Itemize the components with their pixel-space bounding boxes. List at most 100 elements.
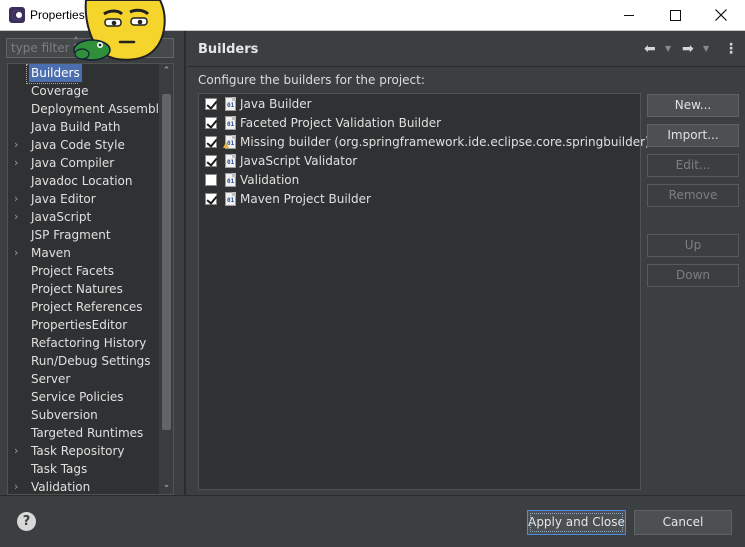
maximize-button[interactable] [652,0,698,30]
close-icon [715,9,727,21]
builder-checkbox[interactable] [205,155,217,167]
apply-and-close-button[interactable]: Apply and Close [527,510,626,535]
avatar-sticker [73,0,166,61]
tree-item-label: Subversion [31,408,98,422]
property-page-tree[interactable]: Builders Coverage Deployment Assembly Java … [7,63,174,495]
tree-item[interactable]: Targeted Runtimes [8,424,160,442]
tree-item[interactable]: Run/Debug Settings [8,352,160,370]
close-button[interactable] [698,0,744,30]
tree-item-label: Java Compiler [31,156,115,170]
page-title: Builders [198,42,259,57]
down-button[interactable]: Down [647,264,739,287]
builder-row[interactable]: Validation [199,171,639,190]
builder-row[interactable]: Faceted Project Validation Builder [199,114,639,133]
builder-label: JavaScript Validator [240,154,358,168]
expand-chevron-icon[interactable]: › [14,154,24,172]
tree-item[interactable]: JSP Fragment [8,226,160,244]
builder-icon [225,116,236,130]
import-button-label: Import... [667,128,719,142]
builder-icon [225,154,236,168]
tree-item-label: Server [31,372,71,386]
tree-item[interactable]: Builders [8,64,160,84]
view-menu-icon[interactable]: ⋮ [724,41,738,57]
scroll-thumb[interactable] [162,94,171,430]
expand-chevron-icon[interactable]: › [14,244,24,262]
builder-checkbox[interactable] [205,193,217,205]
tree-item[interactable]: Project Facets [8,262,160,280]
tree-item[interactable]: Project Natures [8,280,160,298]
back-dropdown-icon[interactable]: ▼ [665,41,671,57]
edit-button[interactable]: Edit... [647,154,739,177]
back-arrow-icon[interactable]: ⬅ [644,41,656,57]
help-icon[interactable]: ? [17,512,36,531]
builder-row[interactable]: Maven Project Builder [199,190,639,209]
warning-icon [223,142,229,148]
tree-item[interactable]: › Validation [8,478,160,494]
tree-item-label: Java Build Path [31,120,121,134]
builder-checkbox[interactable] [205,136,217,148]
tree-item[interactable]: › JavaScript [8,208,160,226]
builder-checkbox[interactable] [205,117,217,129]
tree-scrollbar[interactable]: ⌃ ⌄ [159,64,173,494]
tree-item-label: Validation [31,480,91,494]
scroll-up-arrow-icon[interactable]: ⌃ [159,66,173,78]
tree-item[interactable]: Java Build Path [8,118,160,136]
up-button[interactable]: Up [647,234,739,257]
expand-chevron-icon[interactable]: › [14,208,24,226]
expand-chevron-icon[interactable]: › [14,136,24,154]
forward-dropdown-icon[interactable]: ▼ [703,41,709,57]
builders-list[interactable]: Java Builder Faceted Project Validation B… [198,93,650,490]
tree-item[interactable]: Subversion [8,406,160,424]
tree-item-label: Task Tags [31,462,88,476]
tree-item[interactable]: Service Policies [8,388,160,406]
builder-row[interactable]: JavaScript Validator [199,152,639,171]
builder-row[interactable]: Missing builder (org.springframework.ide… [199,133,650,152]
builder-icon [225,97,236,111]
missing-builder-icon [223,135,236,149]
down-button-label: Down [675,268,710,282]
panel-sash[interactable] [184,31,186,495]
tree-item-label: Run/Debug Settings [31,354,151,368]
tree-item[interactable]: › Task Repository [8,442,160,460]
tree-item[interactable]: Project References [8,298,160,316]
new-button[interactable]: New... [647,94,739,117]
tree-item[interactable]: › Java Code Style [8,136,160,154]
tree-item[interactable]: PropertiesEditor [8,316,160,334]
expand-chevron-icon[interactable]: › [14,190,24,208]
tree-item-label: Project Natures [31,282,123,296]
builder-label: Faceted Project Validation Builder [240,116,442,130]
tree-item[interactable]: Refactoring History [8,334,160,352]
up-button-label: Up [684,238,702,252]
tree-item[interactable]: › Java Editor [8,190,160,208]
tree-item[interactable]: Task Tags [8,460,160,478]
tree-item[interactable]: Javadoc Location [8,172,160,190]
expand-chevron-icon[interactable]: › [14,478,24,494]
new-button-label: New... [674,98,712,112]
scroll-down-arrow-icon[interactable]: ⌄ [159,480,173,492]
footer-separator [0,495,745,496]
tree-item[interactable]: › Java Compiler [8,154,160,172]
cancel-button[interactable]: Cancel [634,510,732,535]
tree-item-label: Java Editor [31,192,96,206]
eclipse-icon [9,7,25,23]
tree-item-label: Java Code Style [31,138,125,152]
remove-button[interactable]: Remove [647,184,739,207]
tree-item-label: Coverage [31,84,89,98]
forward-arrow-icon[interactable]: ➡ [682,41,694,57]
builder-checkbox[interactable] [205,174,217,186]
import-button[interactable]: Import... [647,124,739,147]
tree-item[interactable]: Coverage [8,82,160,100]
tree-item-label: Javadoc Location [31,174,133,188]
expand-chevron-icon[interactable]: › [14,442,24,460]
tree-item[interactable]: › Maven [8,244,160,262]
tree-item-label: Builders [29,64,82,82]
tree-item-label: PropertiesEditor [31,318,128,332]
tree-item[interactable]: Deployment Assembly [8,100,166,118]
tree-item[interactable]: Server [8,370,160,388]
builder-row[interactable]: Java Builder [199,95,639,114]
minimize-button[interactable] [606,0,652,30]
builder-checkbox[interactable] [205,98,217,110]
tree-item-label: Project References [31,300,143,314]
tree-item-label: JSP Fragment [31,228,111,242]
cancel-button-label: Cancel [662,515,704,529]
